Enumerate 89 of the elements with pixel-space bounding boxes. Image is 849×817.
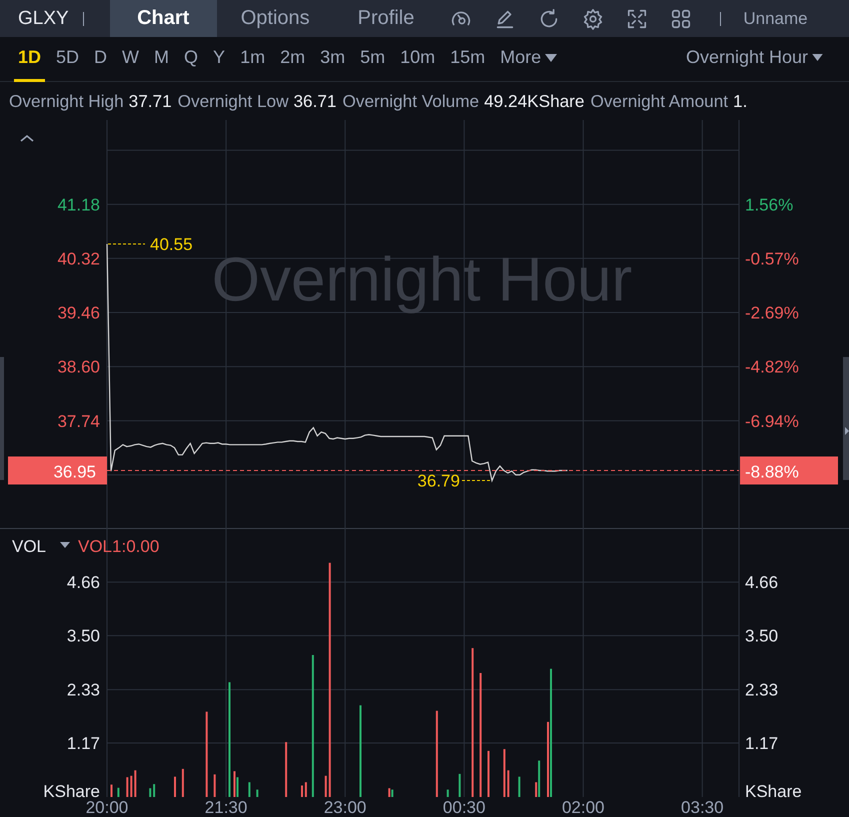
volume-axis-label: 1.17 xyxy=(745,734,778,754)
high-price-label: 40.55 xyxy=(150,234,193,254)
stat-label: Overnight Low xyxy=(178,90,288,112)
fullscreen-icon[interactable] xyxy=(626,8,648,30)
volume-axis-label: 1.17 xyxy=(66,734,100,754)
period-tab[interactable]: Q xyxy=(180,36,202,82)
volume-bar xyxy=(304,782,307,797)
price-axis-label: 38.60 xyxy=(57,358,100,377)
percent-axis-label: -4.82% xyxy=(745,358,799,377)
ref-line-label: 36.95 xyxy=(53,462,96,482)
period-tab[interactable]: 5m xyxy=(356,36,390,82)
indicator-value: VOL1:0.00 xyxy=(78,537,160,556)
user-name[interactable]: Unname xyxy=(720,12,808,26)
indicator-name[interactable]: VOL xyxy=(12,537,46,556)
volume-bar xyxy=(518,776,520,797)
percent-axis-label: -2.69% xyxy=(745,304,799,323)
period-tab[interactable]: 5D xyxy=(52,36,84,82)
time-axis-label: 23:00 xyxy=(324,798,366,817)
panel-handle[interactable] xyxy=(0,357,4,480)
leader-line xyxy=(108,243,146,244)
volume-bar xyxy=(117,788,120,797)
nav-tab[interactable]: Chart xyxy=(110,0,217,37)
more-dropdown[interactable]: More xyxy=(496,36,562,82)
grid-icon[interactable] xyxy=(670,8,692,30)
caret-icon xyxy=(545,54,558,62)
time-axis-label: 00:30 xyxy=(442,798,486,817)
volume-bar xyxy=(285,742,288,797)
volume-bar xyxy=(130,776,132,797)
caret-icon[interactable] xyxy=(60,542,70,548)
volume-axis-label: 3.50 xyxy=(66,626,100,646)
last-price-tag: 36.95 xyxy=(8,456,107,484)
volume-bar xyxy=(507,770,510,797)
volume-bar xyxy=(182,768,184,797)
stat-label: Overnight Amount xyxy=(590,90,728,112)
chevron-up-icon[interactable] xyxy=(20,134,34,142)
last-change-tag: -8.88% xyxy=(740,456,838,484)
stat-value: 1. xyxy=(733,90,748,112)
period-tab[interactable]: D xyxy=(90,36,112,82)
price-axis-label: 40.32 xyxy=(57,249,100,268)
volume-bar xyxy=(214,774,216,797)
volume-bar xyxy=(149,788,152,797)
price-axis-label: 39.46 xyxy=(57,304,100,323)
stat-label: Overnight High xyxy=(9,90,124,112)
volume-bar xyxy=(324,776,327,797)
unit-label: KShare xyxy=(745,782,802,801)
nav-tab[interactable]: Options xyxy=(216,0,334,37)
stat-value: 49.24KShare xyxy=(484,90,584,112)
low-price-label: 36.79 xyxy=(417,472,460,491)
volume-axis-label: 4.66 xyxy=(66,573,100,592)
time-axis-label: 02:00 xyxy=(562,798,605,817)
period-tab[interactable]: 15m xyxy=(446,36,490,82)
leader-line xyxy=(461,480,492,482)
volume-bar xyxy=(446,790,449,797)
volume-bar xyxy=(458,774,461,797)
period-tab[interactable]: W xyxy=(118,36,144,82)
percent-axis-label: 1.56% xyxy=(745,195,794,214)
period-tab[interactable]: 1m xyxy=(236,36,270,82)
volume-bar xyxy=(153,784,156,797)
period-tab[interactable]: 2m xyxy=(276,36,310,82)
panel-handle[interactable] xyxy=(843,357,849,480)
price-axis-label: 41.18 xyxy=(57,195,100,214)
volume-axis-label: 2.33 xyxy=(745,680,778,700)
volume-bar xyxy=(256,790,258,797)
volume-bar xyxy=(126,777,128,797)
stat-value: 37.71 xyxy=(128,90,172,112)
percent-axis-label: -6.94% xyxy=(745,412,799,431)
unit-label: KShare xyxy=(43,782,100,801)
period-tab[interactable]: Y xyxy=(209,36,230,82)
period-tab[interactable]: 1D xyxy=(14,36,46,82)
period-tab[interactable]: M xyxy=(150,36,174,82)
session-dropdown[interactable]: Overnight Hour xyxy=(682,36,827,82)
time-axis-label: 03:30 xyxy=(681,798,724,817)
percent-axis-label: -0.57% xyxy=(745,249,799,268)
volume-bar xyxy=(503,749,506,797)
settings-icon[interactable] xyxy=(582,8,604,30)
volume-axis-label: 2.33 xyxy=(66,680,100,700)
volume-bar xyxy=(134,770,136,797)
period-tab[interactable]: 10m xyxy=(396,36,440,82)
time-axis-label: 20:00 xyxy=(86,798,128,817)
time-axis-label: 21:30 xyxy=(204,798,248,817)
stat-value: 36.71 xyxy=(293,90,336,112)
price-axis-label: 37.74 xyxy=(57,412,100,431)
caret-icon xyxy=(812,54,823,61)
period-tab[interactable]: 3m xyxy=(316,36,350,82)
volume-bar xyxy=(248,782,250,797)
stat-label: Overnight Volume xyxy=(342,90,480,112)
nav-tab[interactable]: Profile xyxy=(334,0,438,37)
volume-axis-label: 4.66 xyxy=(745,573,778,592)
volume-axis-label: 3.50 xyxy=(745,626,778,646)
